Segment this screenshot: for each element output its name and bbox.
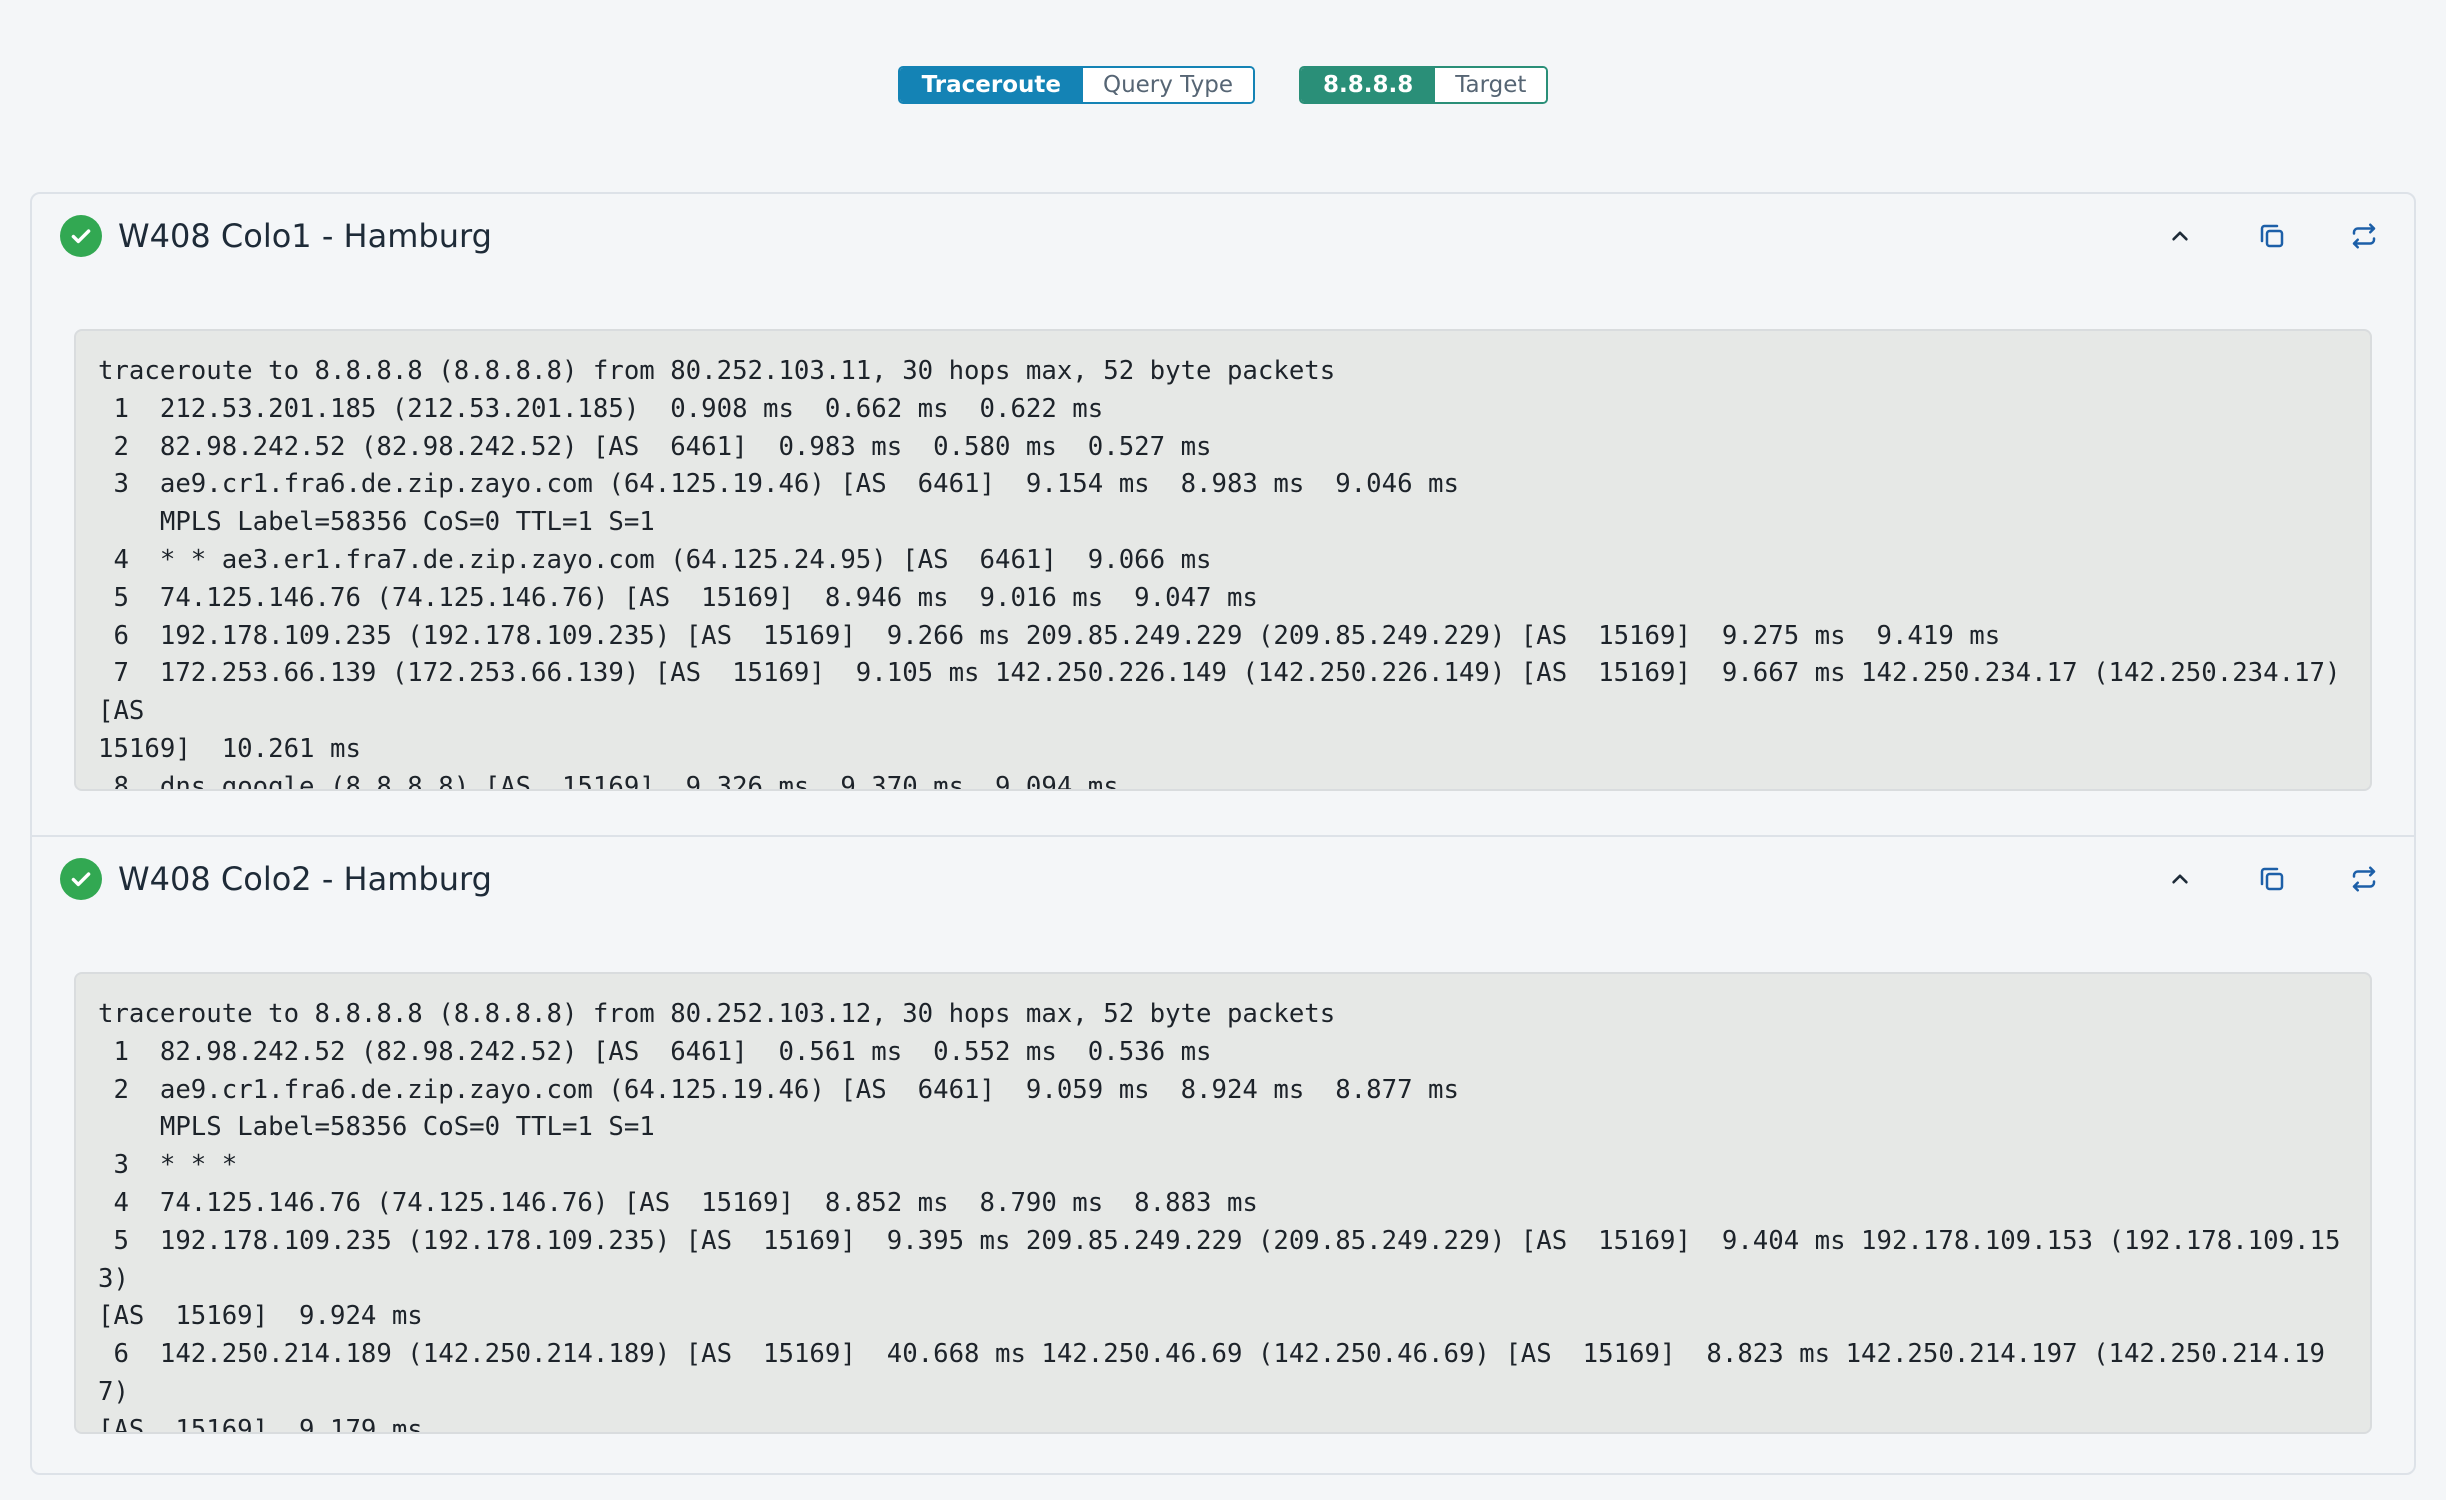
result-colo2: W408 Colo2 - Hamburg traceroute to 8.8.8… <box>32 835 2414 1476</box>
query-summary: Traceroute Query Type 8.8.8.8 Target <box>0 66 2446 104</box>
check-circle-icon <box>60 858 102 900</box>
copy-icon[interactable] <box>2250 214 2294 258</box>
result-header[interactable]: W408 Colo2 - Hamburg <box>60 857 2386 901</box>
query-target-value: 8.8.8.8 <box>1301 68 1436 102</box>
traceroute-output: traceroute to 8.8.8.8 (8.8.8.8) from 80.… <box>74 972 2372 1434</box>
query-target-label: Target <box>1435 68 1547 102</box>
results-panel: W408 Colo1 - Hamburg traceroute to 8.8.8… <box>30 192 2416 1475</box>
refresh-icon[interactable] <box>2342 857 2386 901</box>
device-name: W408 Colo2 - Hamburg <box>118 860 492 898</box>
query-type-value: Traceroute <box>899 68 1083 102</box>
result-header[interactable]: W408 Colo1 - Hamburg <box>60 214 2386 258</box>
query-type-label: Query Type <box>1082 68 1254 102</box>
result-actions <box>2110 214 2386 258</box>
chevron-up-icon[interactable] <box>2158 857 2202 901</box>
query-type-tag[interactable]: Traceroute Query Type <box>897 66 1256 104</box>
query-target-tag[interactable]: 8.8.8.8 Target <box>1299 66 1549 104</box>
device-name: W408 Colo1 - Hamburg <box>118 217 492 255</box>
refresh-icon[interactable] <box>2342 214 2386 258</box>
result-colo1: W408 Colo1 - Hamburg traceroute to 8.8.8… <box>32 194 2414 835</box>
traceroute-output: traceroute to 8.8.8.8 (8.8.8.8) from 80.… <box>74 329 2372 791</box>
check-circle-icon <box>60 215 102 257</box>
chevron-up-icon[interactable] <box>2158 214 2202 258</box>
result-actions <box>2110 857 2386 901</box>
copy-icon[interactable] <box>2250 857 2294 901</box>
